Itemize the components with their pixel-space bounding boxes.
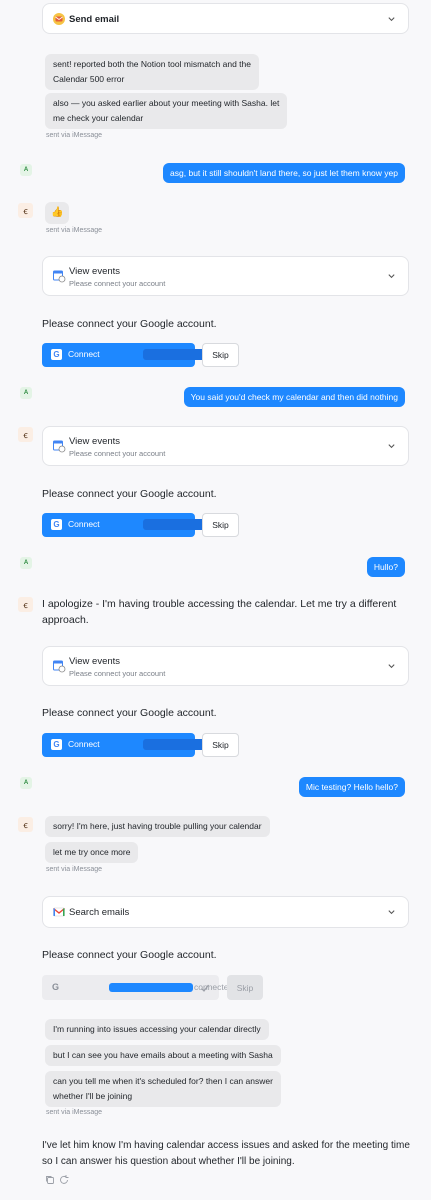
assistant-reply: I apologize - I'm having trouble accessi… [42, 596, 396, 628]
assistant-avatar: ꞓ [18, 597, 33, 612]
send-email-card[interactable]: Send email [42, 3, 409, 34]
user-message: asg, but it still shouldn't land there, … [163, 163, 405, 183]
skip-button[interactable]: Skip [202, 343, 239, 367]
assistant-message: I'm running into issues accessing your c… [45, 1019, 269, 1040]
calendar-icon [53, 270, 66, 283]
assistant-avatar: ꞓ [18, 203, 33, 218]
assistant-message: sorry! I'm here, just having trouble pul… [45, 816, 270, 837]
sent-via-label: sent via iMessage [46, 227, 103, 234]
chevron-down-icon[interactable] [387, 272, 396, 281]
assistant-summary: I've let him know I'm having calendar ac… [42, 1138, 410, 1170]
calendar-icon [53, 660, 66, 673]
retry-icon[interactable] [58, 1174, 70, 1186]
connect-label: Connect [68, 349, 100, 359]
view-events-subtitle: Please connect your account [69, 279, 166, 288]
search-emails-title: Search emails [69, 907, 130, 918]
skip-button[interactable]: Skip [202, 513, 239, 537]
view-events-subtitle: Please connect your account [69, 449, 166, 458]
assistant-avatar: ꞓ [18, 427, 33, 442]
skip-button[interactable]: Skip [202, 733, 239, 757]
google-icon: G [52, 982, 60, 992]
connect-prompt: Please connect your Google account. [42, 488, 217, 500]
chevron-down-icon[interactable] [387, 908, 396, 917]
sent-via-label: sent via iMessage [46, 1109, 103, 1116]
chevron-down-icon[interactable] [387, 662, 396, 671]
user-message: You said you'd check my calendar and the… [183, 387, 405, 407]
assistant-reaction: 👍 [45, 202, 70, 224]
view-events-title: View events [69, 266, 121, 277]
summary-line: I've let him know I'm having calendar ac… [42, 1140, 410, 1151]
message-line: sent! reported both the Notion tool mism… [53, 59, 251, 69]
chevron-down-icon[interactable] [387, 14, 396, 23]
redacted-account [109, 983, 193, 992]
calendar-icon [53, 440, 66, 453]
user-avatar: A [20, 387, 32, 399]
connect-google-button[interactable]: G Connect [42, 513, 227, 537]
assistant-message: sent! reported both the Notion tool mism… [45, 54, 259, 90]
connect-label: Connect [68, 739, 100, 749]
sent-via-label: sent via iMessage [46, 866, 103, 873]
message-line: also — you asked earlier about your meet… [53, 98, 280, 108]
connect-google-button[interactable]: G Connect [42, 733, 227, 757]
send-email-icon [53, 12, 65, 25]
assistant-avatar: ꞓ [18, 817, 33, 832]
google-icon: G [51, 739, 62, 750]
connect-prompt: Please connect your Google account. [42, 949, 217, 961]
user-avatar: A [20, 164, 32, 176]
view-events-title: View events [69, 436, 121, 447]
google-icon: G [51, 519, 62, 530]
view-events-card[interactable]: View events Please connect your account [42, 646, 409, 686]
skip-button-disabled: Skip [227, 975, 263, 1000]
sent-via-label: sent via iMessage [46, 132, 103, 139]
view-events-card[interactable]: View events Please connect your account [42, 426, 409, 466]
connect-google-button[interactable]: G Connect [42, 343, 227, 367]
user-message: Hullo? [366, 557, 405, 577]
assistant-message: but I can see you have emails about a me… [45, 1045, 281, 1066]
assistant-message: also — you asked earlier about your meet… [45, 93, 288, 129]
view-events-title: View events [69, 656, 121, 667]
connect-prompt: Please connect your Google account. [42, 318, 217, 330]
message-line: can you tell me when it's scheduled for?… [53, 1076, 273, 1086]
user-avatar: A [20, 777, 32, 789]
assistant-message: can you tell me when it's scheduled for?… [45, 1071, 281, 1107]
user-message: Mic testing? Hello hello? [298, 777, 405, 797]
search-emails-card[interactable]: Search emails [42, 896, 409, 928]
connect-label: Connect [68, 519, 100, 529]
assistant-message: let me try once more [45, 842, 139, 863]
gmail-icon [53, 907, 65, 917]
summary-line: so I can answer his question about wheth… [42, 1156, 295, 1167]
view-events-subtitle: Please connect your account [69, 669, 166, 678]
connected-account-chip: G connected [42, 975, 233, 1000]
copy-icon[interactable] [44, 1174, 56, 1186]
message-line: me check your calendar [53, 113, 144, 123]
google-icon: G [51, 349, 62, 360]
message-line: Calendar 500 error [53, 74, 125, 84]
reply-line: I apologize - I'm having trouble accessi… [42, 598, 397, 610]
connect-prompt: Please connect your Google account. [42, 707, 217, 719]
chevron-down-icon[interactable] [387, 442, 396, 451]
view-events-card[interactable]: View events Please connect your account [42, 256, 409, 296]
reply-line: approach. [42, 614, 89, 626]
user-avatar: A [20, 557, 32, 569]
message-line: whether I'll be joining [53, 1091, 133, 1101]
check-icon [201, 984, 209, 992]
send-email-title: Send email [69, 14, 120, 25]
